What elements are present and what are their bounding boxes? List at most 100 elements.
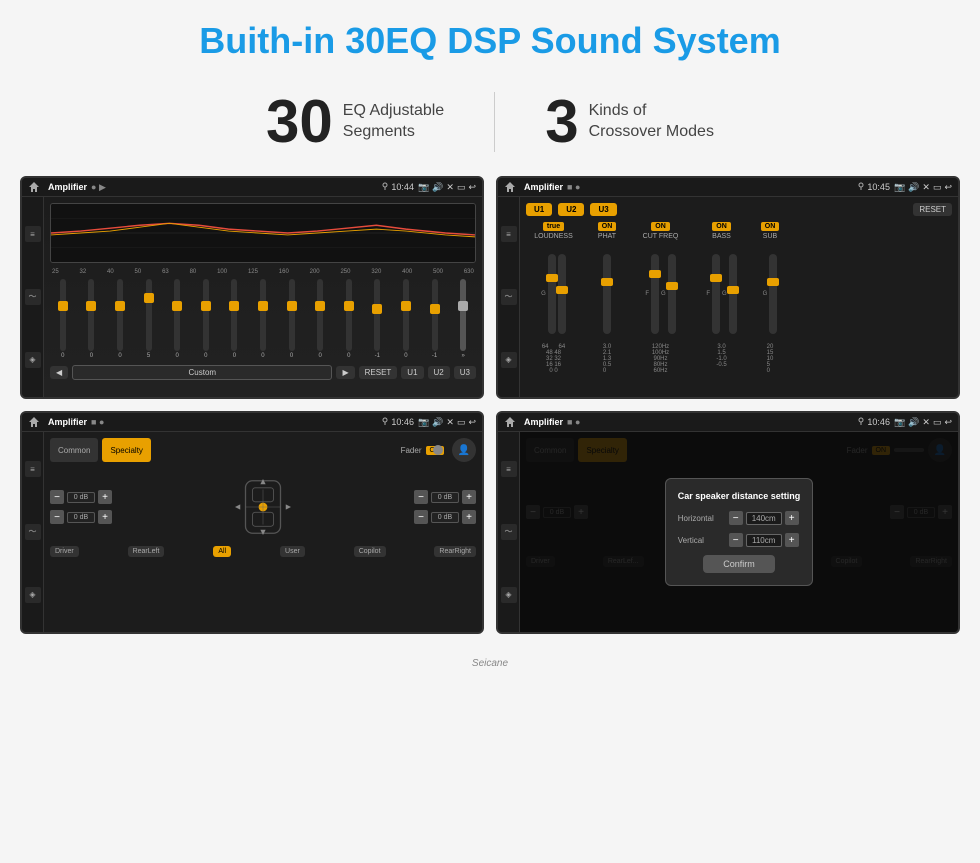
- sub-slider-1[interactable]: [769, 254, 777, 334]
- screens-grid: Amplifier ● ▶ 10:44 📷 🔊 ✕ ▭ ↩ ≡ 〜 ◈: [0, 176, 980, 654]
- vol-plus-lt[interactable]: +: [98, 490, 112, 504]
- page-title: Buith-in 30EQ DSP Sound System: [0, 0, 980, 72]
- sidebar-vol-icon[interactable]: ◈: [25, 352, 41, 368]
- eq-slider-8[interactable]: 0: [279, 279, 305, 359]
- loudness-vals: 48 4832 3216 160 0: [546, 350, 561, 374]
- speaker-sidebar: ≡ 〜 ◈: [22, 432, 44, 632]
- dialog-horizontal-val: 140cm: [746, 512, 782, 525]
- vol-minus-lb[interactable]: −: [50, 510, 64, 524]
- vol-plus-rt[interactable]: +: [462, 490, 476, 504]
- close-icon-1: ✕: [446, 182, 454, 193]
- sidebar-vol-icon-3[interactable]: ◈: [25, 587, 41, 603]
- eq-reset-btn[interactable]: RESET: [359, 366, 398, 379]
- loudness-slider-1[interactable]: [548, 254, 556, 334]
- sidebar-wave-icon-4[interactable]: 〜: [501, 524, 517, 540]
- app-name-1: Amplifier: [48, 182, 87, 192]
- sidebar-wave-icon-2[interactable]: 〜: [501, 289, 517, 305]
- user-btn[interactable]: User: [280, 546, 305, 557]
- vol-plus-lb[interactable]: +: [98, 510, 112, 524]
- specialty-tab[interactable]: Specialty: [102, 438, 150, 462]
- location-icon-3: [381, 417, 389, 425]
- speaker-content: ≡ 〜 ◈ Common Specialty Fader ON: [22, 432, 482, 632]
- vol-plus-rb[interactable]: +: [462, 510, 476, 524]
- watermark: Seicane: [0, 654, 980, 673]
- rearright-btn[interactable]: RearRight: [434, 546, 476, 557]
- volume-icon-3: 🔊: [432, 417, 443, 428]
- dialog-vertical-minus[interactable]: −: [729, 533, 743, 547]
- eq-u1-btn[interactable]: U1: [401, 366, 423, 379]
- sidebar-eq-icon-2[interactable]: ≡: [501, 226, 517, 242]
- common-tab[interactable]: Common: [50, 438, 98, 462]
- minimize-icon-4: ▭: [933, 417, 942, 428]
- crossover-cutfreq-col: ON CUT FREQ F G 120Hz100Hz90Hz80Hz60Hz: [633, 222, 688, 374]
- cutfreq-slider-1[interactable]: [651, 254, 659, 334]
- eq-slider-13[interactable]: -1: [422, 279, 448, 359]
- eq-slider-9[interactable]: 0: [307, 279, 333, 359]
- location-icon-2: [857, 182, 865, 190]
- eq-slider-12[interactable]: 0: [393, 279, 419, 359]
- eq-graph: [50, 203, 476, 263]
- sidebar-wave-icon[interactable]: 〜: [25, 289, 41, 305]
- app-name-2: Amplifier: [524, 182, 563, 192]
- bass-slider-1[interactable]: [712, 254, 720, 334]
- loudness-slider-2[interactable]: [558, 254, 566, 334]
- minimize-icon-2: ▭: [933, 182, 942, 193]
- vol-minus-rb[interactable]: −: [414, 510, 428, 524]
- eq-back-btn[interactable]: ◀: [50, 366, 68, 379]
- eq-slider-14[interactable]: »: [450, 279, 476, 359]
- rearleft-btn[interactable]: RearLeft: [128, 546, 165, 557]
- phat-on-badge: ON: [598, 222, 617, 231]
- vol-minus-lt[interactable]: −: [50, 490, 64, 504]
- crossover-loudness-col: true LOUDNESS G 6464 48 4832 3216 160 0: [526, 222, 581, 374]
- eq-slider-4[interactable]: 0: [164, 279, 190, 359]
- eq-slider-10[interactable]: 0: [336, 279, 362, 359]
- crossover-u3-btn[interactable]: U3: [590, 203, 616, 216]
- vol-minus-rt[interactable]: −: [414, 490, 428, 504]
- dialog-horizontal-minus[interactable]: −: [729, 511, 743, 525]
- close-icon-3: ✕: [446, 417, 454, 428]
- eq-u2-btn[interactable]: U2: [428, 366, 450, 379]
- user-avatar-3[interactable]: 👤: [452, 438, 476, 462]
- eq-slider-3[interactable]: 5: [136, 279, 162, 359]
- sidebar-eq-icon-4[interactable]: ≡: [501, 461, 517, 477]
- phat-slider-1[interactable]: [603, 254, 611, 334]
- fader-control: Fader ON: [401, 438, 448, 462]
- back-icon-3: ↩: [468, 417, 476, 428]
- bass-g-label: G: [722, 291, 727, 297]
- volume-icon-1: 🔊: [432, 182, 443, 193]
- crossover-reset-btn[interactable]: RESET: [913, 203, 952, 216]
- eq-slider-1[interactable]: 0: [79, 279, 105, 359]
- all-btn[interactable]: All: [213, 546, 231, 557]
- driver-btn[interactable]: Driver: [50, 546, 79, 557]
- time-4: 10:46: [857, 417, 890, 427]
- crossover-u1-btn[interactable]: U1: [526, 203, 552, 216]
- cutfreq-slider-2[interactable]: [668, 254, 676, 334]
- eq-slider-11[interactable]: -1: [365, 279, 391, 359]
- sidebar-eq-icon-3[interactable]: ≡: [25, 461, 41, 477]
- eq-slider-5[interactable]: 0: [193, 279, 219, 359]
- eq-slider-7[interactable]: 0: [250, 279, 276, 359]
- cutfreq-g-label: G: [661, 291, 666, 297]
- eq-bottom-controls: ◀ Custom ▶ RESET U1 U2 U3: [50, 363, 476, 380]
- copilot-btn[interactable]: Copilot: [354, 546, 386, 557]
- crossover-main: U1 U2 U3 RESET true LOUDNESS G: [520, 197, 958, 397]
- left-volumes: − 0 dB + − 0 dB +: [50, 490, 112, 524]
- dialog-horizontal-plus[interactable]: +: [785, 511, 799, 525]
- eq-play-btn[interactable]: ▶: [336, 366, 354, 379]
- minimize-icon-1: ▭: [457, 182, 466, 193]
- bass-slider-2[interactable]: [729, 254, 737, 334]
- sidebar-vol-icon-2[interactable]: ◈: [501, 352, 517, 368]
- dialog-confirm-btn[interactable]: Confirm: [703, 555, 775, 573]
- eq-slider-6[interactable]: 0: [222, 279, 248, 359]
- sidebar-vol-icon-4[interactable]: ◈: [501, 587, 517, 603]
- sidebar-wave-icon-3[interactable]: 〜: [25, 524, 41, 540]
- screen-eq: Amplifier ● ▶ 10:44 📷 🔊 ✕ ▭ ↩ ≡ 〜 ◈: [20, 176, 484, 399]
- cutfreq-label: CUT FREQ: [643, 233, 679, 240]
- eq-u3-btn[interactable]: U3: [454, 366, 476, 379]
- dialog-vertical-plus[interactable]: +: [785, 533, 799, 547]
- loudness-on-badge: true: [543, 222, 564, 231]
- eq-slider-0[interactable]: 0: [50, 279, 76, 359]
- crossover-u2-btn[interactable]: U2: [558, 203, 584, 216]
- sidebar-eq-icon[interactable]: ≡: [25, 226, 41, 242]
- eq-slider-2[interactable]: 0: [107, 279, 133, 359]
